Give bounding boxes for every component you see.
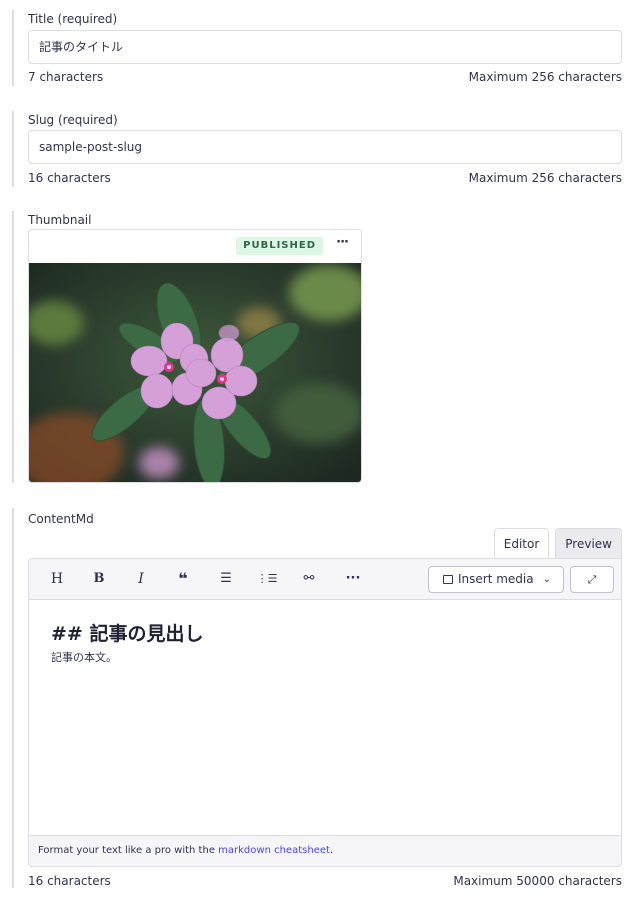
heading-icon[interactable]: H <box>45 569 69 589</box>
insert-media-button[interactable]: Insert media ⌄ <box>428 566 564 593</box>
more-icon[interactable]: ··· <box>341 569 365 589</box>
markdown-editor: H B I ❝ ☰ ⋮☰ ⚯ ··· Insert media ⌄ ⤢ ## 記… <box>28 558 622 867</box>
thumbnail-field: Thumbnail PUBLISHED ··· <box>12 211 622 483</box>
title-field: Title (required) 記事のタイトル 7 characters Ma… <box>12 10 622 86</box>
thumbnail-label: Thumbnail <box>28 213 92 227</box>
expand-icon[interactable]: ⤢ <box>570 566 614 593</box>
content-char-count: 16 characters <box>28 874 111 888</box>
footer-suffix: . <box>329 845 334 856</box>
image-icon <box>443 575 453 584</box>
tab-preview[interactable]: Preview <box>555 528 622 558</box>
content-field: ContentMd Editor Preview H B I ❝ ☰ ⋮☰ ⚯ … <box>12 508 622 888</box>
editor-tabs: Editor Preview <box>488 528 622 558</box>
editor-toolbar: H B I ❝ ☰ ⋮☰ ⚯ ··· Insert media ⌄ ⤢ <box>29 559 621 600</box>
italic-icon[interactable]: I <box>129 569 153 589</box>
slug-input[interactable]: sample-post-slug <box>28 130 622 164</box>
more-options-icon[interactable]: ··· <box>336 235 349 250</box>
preview-heading: ## 記事の見出し <box>51 623 204 645</box>
bold-icon[interactable]: B <box>87 569 111 589</box>
title-label: Title (required) <box>28 12 118 26</box>
title-input[interactable]: 記事のタイトル <box>28 30 622 64</box>
slug-char-count: 16 characters <box>28 171 111 185</box>
footer-text: Format your text like a pro with the <box>38 845 219 856</box>
markdown-cheatsheet-link[interactable]: markdown cheatsheet <box>218 845 330 856</box>
slug-field: Slug (required) sample-post-slug 16 char… <box>12 111 622 187</box>
tab-editor[interactable]: Editor <box>493 528 550 558</box>
editor-footer: Format your text like a pro with the mar… <box>29 835 621 866</box>
chevron-down-icon: ⌄ <box>542 574 551 585</box>
markdown-preview: ## 記事の見出し 記事の本文。 <box>29 600 621 836</box>
numbered-list-icon[interactable]: ⋮☰ <box>255 569 279 589</box>
slug-max-count: Maximum 256 characters <box>468 171 622 185</box>
thumbnail-card[interactable]: PUBLISHED ··· <box>28 229 362 483</box>
link-icon[interactable]: ⚯ <box>297 569 321 589</box>
flower-photo-icon <box>29 263 361 482</box>
preview-body: 記事の本文。 <box>51 651 117 664</box>
content-max-count: Maximum 50000 characters <box>453 874 622 888</box>
bullet-list-icon[interactable]: ☰ <box>214 569 238 589</box>
thumbnail-card-header: PUBLISHED ··· <box>29 230 361 263</box>
title-char-count: 7 characters <box>28 70 104 84</box>
content-label: ContentMd <box>28 512 94 526</box>
published-badge: PUBLISHED <box>236 237 323 255</box>
title-max-count: Maximum 256 characters <box>468 70 622 84</box>
quote-icon[interactable]: ❝ <box>171 569 195 589</box>
slug-label: Slug (required) <box>28 113 118 127</box>
insert-media-label: Insert media <box>458 572 534 586</box>
